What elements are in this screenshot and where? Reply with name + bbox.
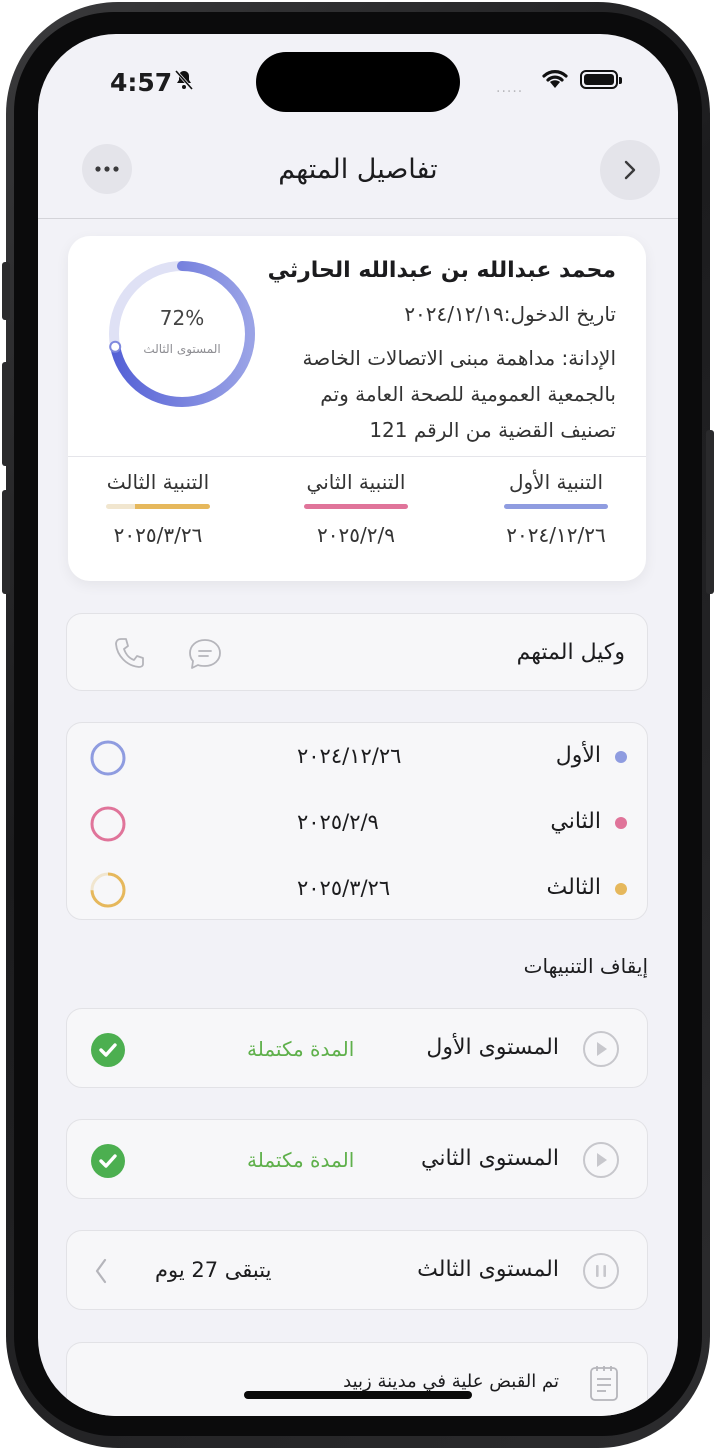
accused-agent-card[interactable]: وكيل المتهم xyxy=(66,613,648,691)
check-circle-icon xyxy=(91,1144,125,1178)
level-dot xyxy=(615,883,627,895)
alert-levels-card: الأول ٢٠٢٤/١٢/٢٦ الثاني ٢٠٢٥/٢/٩ الثالث … xyxy=(66,722,648,920)
play-icon[interactable] xyxy=(583,1031,619,1067)
alert-second-title: التنبية الثاني xyxy=(306,470,406,494)
level-dot xyxy=(615,751,627,763)
charge-description: الإدانة: مداهمة مبنى الاتصالات الخاصة با… xyxy=(302,346,617,442)
stop-level-row[interactable]: المستوى الثالث يتبقى 27 يوم xyxy=(66,1230,648,1310)
play-icon[interactable] xyxy=(583,1142,619,1178)
level-row: الثالث ٢٠٢٥/٣/٢٦ xyxy=(67,859,649,919)
alert-third: التنبية الثالث ٢٠٢٥/٣/٢٦ xyxy=(98,470,218,547)
stop-level-row[interactable]: المستوى الأول المدة مكتملة xyxy=(66,1008,648,1088)
level-dot xyxy=(615,817,627,829)
duration-complete-status: المدة مكتملة xyxy=(247,1037,355,1061)
battery-icon xyxy=(580,70,622,89)
alert-second-bar xyxy=(304,504,408,509)
note-text: تم القبض علية في مدينة زبيد xyxy=(343,1371,559,1392)
alert-third-title: التنبية الثالث xyxy=(106,470,210,494)
level-date: ٢٠٢٥/٣/٢٦ xyxy=(297,876,391,900)
status-time: 4:57 xyxy=(110,68,173,97)
home-indicator[interactable] xyxy=(244,1391,472,1399)
level-name: الأول xyxy=(555,743,601,768)
alert-third-bar xyxy=(106,504,210,509)
back-button[interactable] xyxy=(600,140,660,200)
progress-ring xyxy=(109,261,255,407)
days-remaining: يتبقى 27 يوم xyxy=(155,1258,272,1282)
note-card: تم القبض علية في مدينة زبيد xyxy=(66,1342,648,1416)
alerts-row: التنبية الأول ٢٠٢٤/١٢/٢٦ التنبية الثاني … xyxy=(98,470,616,560)
stop-level-row[interactable]: المستوى الثاني المدة مكتملة xyxy=(66,1119,648,1199)
power-button xyxy=(706,430,714,594)
wifi-icon xyxy=(542,70,568,88)
level-name: الثاني xyxy=(550,809,601,834)
alert-first: التنبية الأول ٢٠٢٤/١٢/٢٦ xyxy=(496,470,616,547)
phone-icon[interactable] xyxy=(113,636,145,670)
chevron-right-icon xyxy=(624,160,636,180)
accused-profile-card: محمد عبدالله بن عبدالله الحارثي تاريخ ال… xyxy=(68,236,646,581)
level-name: الثالث xyxy=(546,875,601,900)
page-title: تفاصيل المتهم xyxy=(278,154,438,185)
chevron-left-icon[interactable] xyxy=(93,1257,109,1285)
dynamic-island xyxy=(256,52,460,112)
stop-level-label: المستوى الثالث xyxy=(417,1257,559,1282)
level-row: الثاني ٢٠٢٥/٢/٩ xyxy=(67,793,649,853)
message-icon[interactable] xyxy=(187,636,223,672)
alert-second-date: ٢٠٢٥/٢/٩ xyxy=(317,523,395,547)
stop-level-label: المستوى الثاني xyxy=(421,1146,559,1171)
entry-date: تاريخ الدخول:٢٠٢٤/١٢/١٩ xyxy=(404,302,616,326)
alert-third-date: ٢٠٢٥/٣/٢٦ xyxy=(113,523,203,547)
stop-alerts-title: إيقاف التنبيهات xyxy=(523,954,648,978)
alert-first-bar xyxy=(504,504,608,509)
progress-level-label: المستوى الثالث xyxy=(143,342,221,356)
duration-complete-status: المدة مكتملة xyxy=(247,1148,355,1172)
alert-second: التنبية الثاني ٢٠٢٥/٢/٩ xyxy=(296,470,416,547)
screen: 4:57 ..... تفاصيل المتهم محمد عبدالله بن… xyxy=(38,34,678,1416)
stop-level-label: المستوى الأول xyxy=(426,1035,559,1060)
level-status-ring xyxy=(90,740,126,776)
accused-name: محمد عبدالله بن عبدالله الحارثي xyxy=(267,258,616,283)
alert-first-date: ٢٠٢٤/١٢/٢٦ xyxy=(506,523,606,547)
agent-label: وكيل المتهم xyxy=(516,640,625,665)
progress-percent: 72% xyxy=(159,306,205,330)
bell-slash-icon xyxy=(174,70,194,90)
volume-down-button xyxy=(2,490,10,594)
note-document-icon xyxy=(590,1366,618,1401)
profile-divider xyxy=(68,456,646,457)
silent-switch xyxy=(2,262,10,320)
volume-up-button xyxy=(2,362,10,466)
level-status-ring-partial xyxy=(90,872,126,908)
level-date: ٢٠٢٤/١٢/٢٦ xyxy=(297,744,402,768)
check-circle-icon xyxy=(91,1033,125,1067)
level-date: ٢٠٢٥/٢/٩ xyxy=(297,810,379,834)
level-status-ring xyxy=(90,806,126,842)
pause-icon[interactable] xyxy=(583,1253,619,1289)
nav-divider xyxy=(38,218,678,219)
alert-first-title: التنبية الأول xyxy=(508,470,604,494)
level-row: الأول ٢٠٢٤/١٢/٢٦ xyxy=(67,727,649,787)
cellular-signal-icon: ..... xyxy=(496,80,524,96)
